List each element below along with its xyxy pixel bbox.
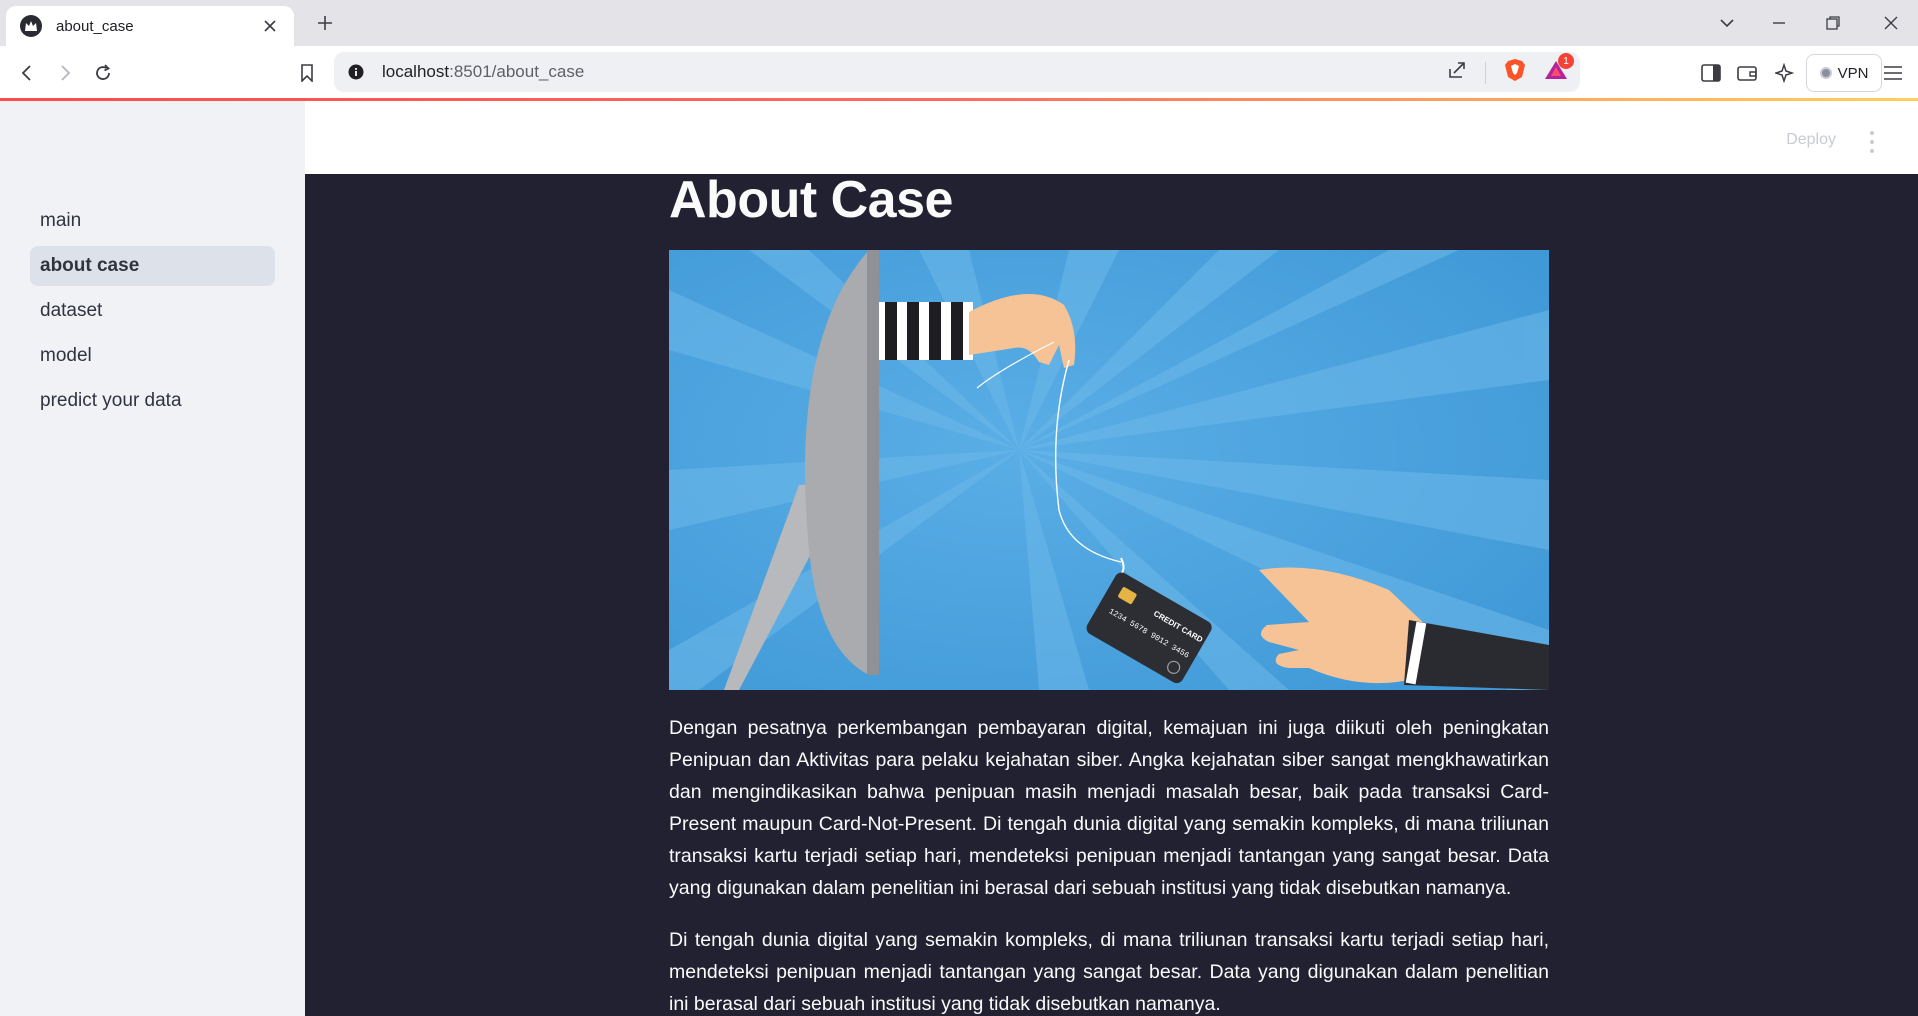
minimize-icon[interactable]: [1764, 8, 1794, 38]
reload-icon[interactable]: [88, 58, 118, 88]
bookmark-icon[interactable]: [292, 58, 322, 88]
sidebar-toggle-icon[interactable]: [1696, 58, 1726, 88]
context-paragraph: Di tengah dunia digital yang semakin kom…: [669, 929, 1549, 1015]
sidebar-item-main[interactable]: main: [30, 201, 275, 241]
url-text: localhost:8501/about_case: [382, 62, 584, 82]
sidebar-item-label: model: [40, 345, 92, 366]
address-bar[interactable]: localhost:8501/about_case 1: [334, 52, 1580, 92]
new-tab-icon[interactable]: [312, 10, 338, 36]
main-content: About Case CREDIT CARD 1234 5678 9012 34…: [305, 174, 1918, 1016]
wallet-icon[interactable]: [1732, 58, 1762, 88]
site-info-icon[interactable]: [346, 62, 366, 82]
sidebar-item-predict-your-data[interactable]: predict your data: [30, 381, 275, 421]
deploy-button[interactable]: Deploy: [1786, 131, 1836, 149]
url-actions: 1: [1447, 53, 1574, 87]
brave-shields-icon[interactable]: [1504, 58, 1526, 87]
close-tab-icon[interactable]: [260, 16, 280, 36]
sidebar-item-about-case[interactable]: about case: [30, 246, 275, 286]
thief-sleeve: [879, 302, 973, 360]
hamburger-menu-icon[interactable]: [1878, 58, 1908, 88]
page-title: About Case: [669, 174, 953, 229]
leo-ai-sparkle-icon[interactable]: [1770, 58, 1800, 88]
sidebar-item-label: main: [40, 210, 82, 231]
restore-icon[interactable]: [1818, 8, 1848, 38]
app-header: Deploy: [305, 101, 1918, 174]
divider: [1485, 61, 1486, 84]
share-icon[interactable]: [1447, 60, 1467, 85]
browser-tab[interactable]: about_case: [6, 6, 294, 46]
streamlit-favicon-icon: [20, 15, 42, 37]
tab-search-chevron-down-icon[interactable]: [1712, 8, 1742, 38]
back-arrow-icon[interactable]: [12, 58, 42, 88]
url-path: :8501/about_case: [449, 62, 585, 81]
sidebar-item-label: predict your data: [40, 390, 182, 411]
vpn-label: VPN: [1837, 64, 1869, 82]
sidebar-nav: main about case dataset model predict yo…: [30, 201, 275, 426]
sidebar: main about case dataset model predict yo…: [0, 101, 305, 1016]
close-window-icon[interactable]: [1876, 8, 1906, 38]
main-menu-kebab-icon[interactable]: [1864, 131, 1880, 153]
content-column: About Case CREDIT CARD 1234 5678 9012 34…: [669, 174, 1549, 1016]
forward-arrow-icon[interactable]: [50, 58, 80, 88]
rewards-badge: 1: [1558, 53, 1574, 69]
brave-rewards-icon[interactable]: 1: [1544, 53, 1574, 86]
sidebar-item-label: dataset: [40, 300, 103, 321]
browser-tab-strip: about_case: [0, 0, 1918, 46]
url-host: localhost: [382, 62, 450, 81]
vpn-button[interactable]: VPN: [1806, 54, 1882, 92]
intro-paragraph: Dengan pesatnya perkembangan pembayaran …: [669, 717, 1549, 899]
sidebar-item-label: about case: [40, 255, 140, 276]
sidebar-item-model[interactable]: model: [30, 336, 275, 376]
vpn-status-icon: [1819, 67, 1832, 79]
phishing-credit-card-illustration: CREDIT CARD 1234 5678 9012 3456: [669, 250, 1549, 690]
tab-title: about_case: [56, 17, 134, 35]
sidebar-item-dataset[interactable]: dataset: [30, 291, 275, 331]
browser-toolbar: localhost:8501/about_case 1 VPN: [0, 46, 1918, 100]
